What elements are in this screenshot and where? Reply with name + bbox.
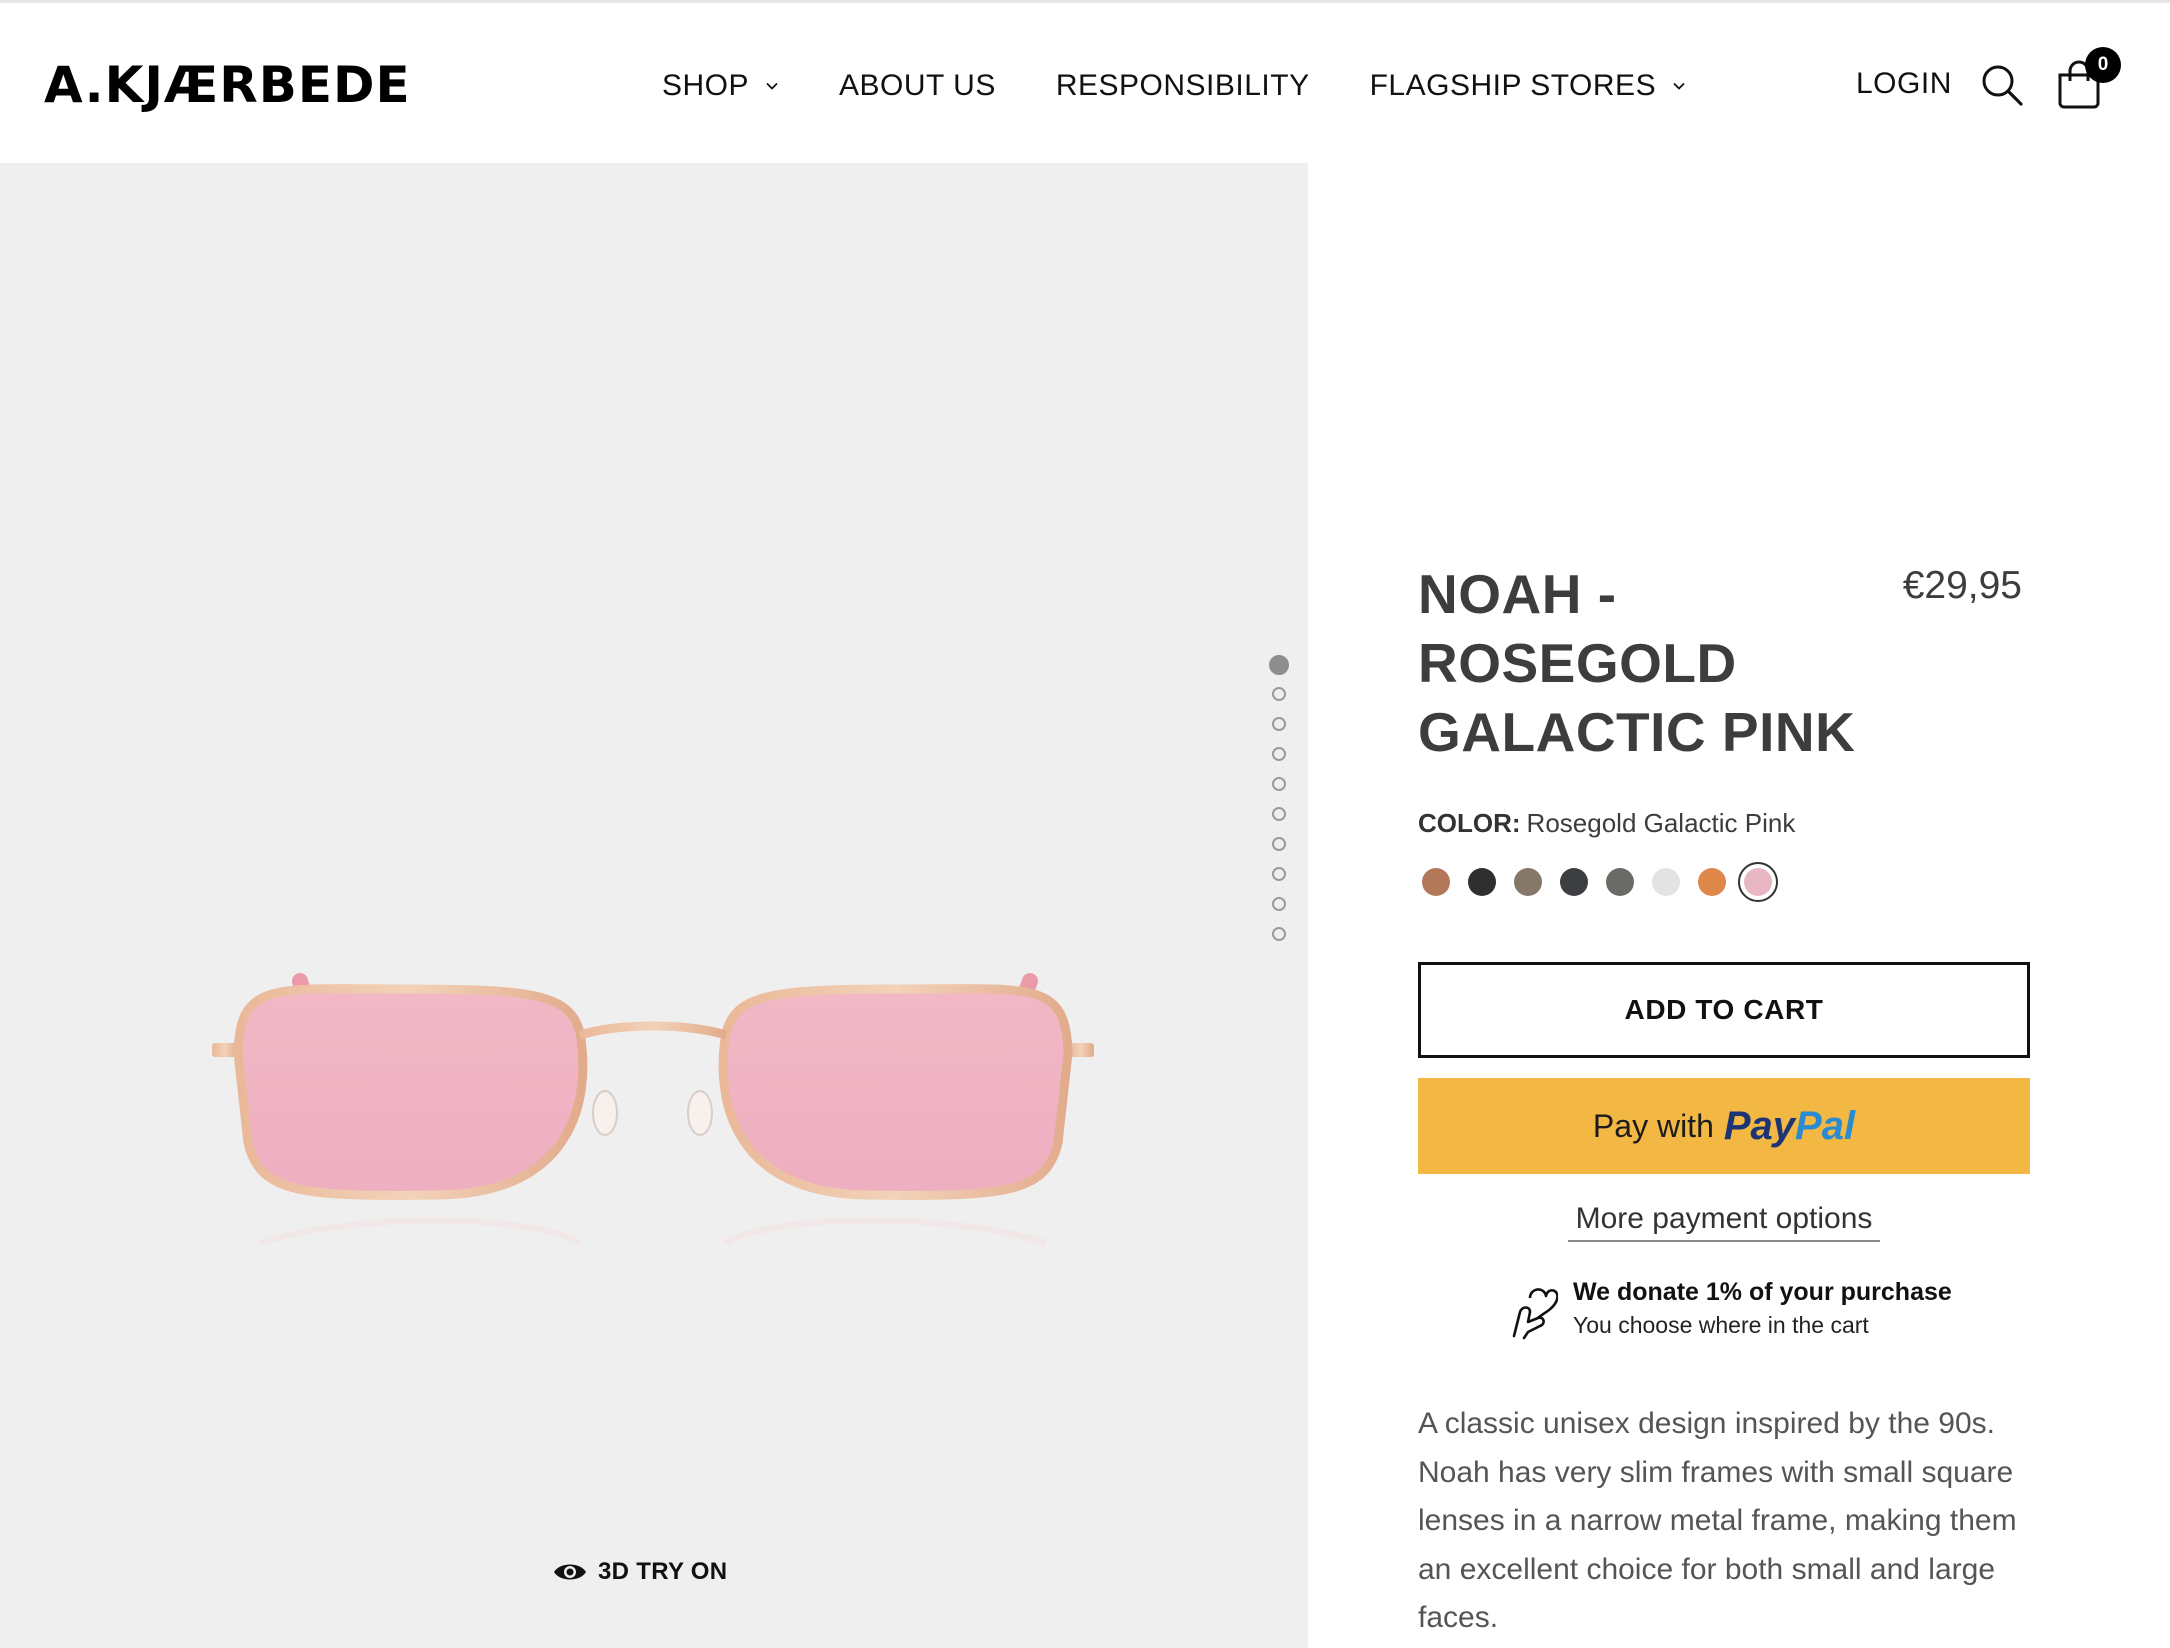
paypal-prefix: Pay with [1592,1107,1714,1144]
slide-indicators [1268,655,1290,957]
slide-dot[interactable] [1272,807,1286,821]
product-gallery[interactable]: 3D TRY ON [0,163,1308,1648]
color-swatch[interactable] [1606,868,1634,896]
donate-title: We donate 1% of your purchase [1573,1278,1952,1306]
nav-item-label: SHOP [662,69,750,102]
donate-subtitle: You choose where in the cart [1573,1312,1869,1338]
color-label: COLOR: [1418,808,1521,838]
color-swatch[interactable] [1738,862,1778,902]
eye-icon [554,1564,586,1580]
slide-dot[interactable] [1272,927,1286,941]
slide-dot[interactable] [1272,687,1286,701]
paypal-logo-part-1: Pay [1723,1103,1796,1148]
nav-item-about-us[interactable]: ABOUT US [839,69,996,103]
color-swatch[interactable] [1514,868,1542,896]
slide-dot[interactable] [1272,717,1286,731]
main-nav: SHOP ABOUT US RESPONSIBILITY FLAGSHIP ST… [662,61,1686,111]
login-link[interactable]: LOGIN [1856,67,1952,101]
color-swatch[interactable] [1422,868,1450,896]
product-image [212,973,1094,1246]
chevron-down-icon [766,82,778,90]
color-swatch[interactable] [1560,868,1588,896]
try-on-label: 3D TRY ON [598,1558,728,1585]
slide-dot[interactable] [1272,747,1286,761]
chevron-down-icon [1673,82,1685,90]
product-price: €29,95 [1902,564,2022,607]
paypal-button[interactable]: Pay with Pay Pal [1418,1078,2030,1174]
slide-dot[interactable] [1272,777,1286,791]
color-swatch[interactable] [1468,868,1496,896]
color-value: Rosegold Galactic Pink [1526,808,1796,838]
nav-item-label: RESPONSIBILITY [1055,69,1310,102]
search-icon[interactable] [1980,63,2024,107]
product-description: A classic unisex design inspired by the … [1418,1407,2017,1634]
color-swatches [1422,862,1790,902]
heart-hand-icon [1512,1288,1558,1340]
slide-dot[interactable] [1269,655,1289,675]
nav-item-shop[interactable]: SHOP [662,69,779,103]
color-selection-label: COLOR: Rosegold Galactic Pink [1418,808,1795,839]
more-payment-options-link[interactable]: More payment options [1568,1202,1880,1242]
nav-item-flagship-stores[interactable]: FLAGSHIP STORES [1370,69,1686,103]
nav-item-responsibility[interactable]: RESPONSIBILITY [1056,69,1310,103]
paypal-logo-part-2: Pal [1795,1103,1856,1148]
brand-logo[interactable]: A.KJÆRBEDE [44,55,411,115]
slide-dot[interactable] [1272,837,1286,851]
3d-try-on-button[interactable]: 3D TRY ON [552,1558,727,1586]
slide-dot[interactable] [1272,867,1286,881]
product-title: NOAH - ROSEGOLD GALACTIC PINK [1418,563,1856,763]
site-header: A.KJÆRBEDE SHOP ABOUT US RESPONSIBILITY … [0,3,2170,163]
nav-item-label: FLAGSHIP STORES [1369,69,1657,102]
cart-count-badge[interactable]: 0 [2085,47,2121,83]
nav-item-label: ABOUT US [839,69,996,102]
add-to-cart-button[interactable]: ADD TO CART [1418,962,2030,1058]
slide-dot[interactable] [1272,897,1286,911]
color-swatch[interactable] [1652,868,1680,896]
color-swatch[interactable] [1698,868,1726,896]
